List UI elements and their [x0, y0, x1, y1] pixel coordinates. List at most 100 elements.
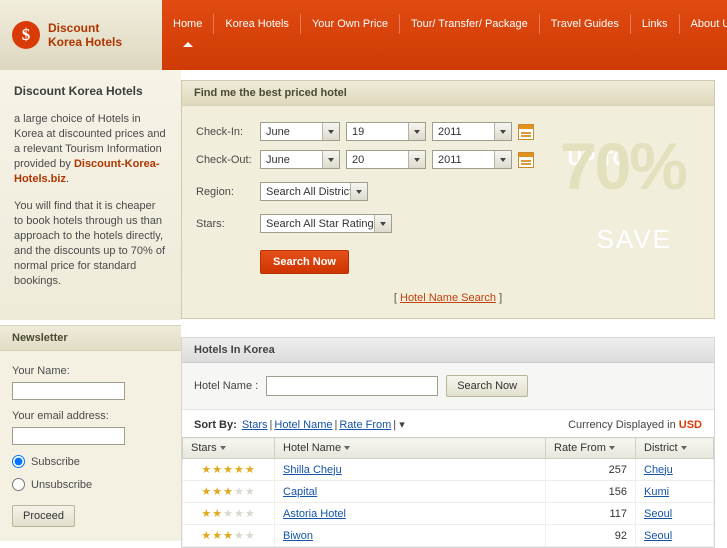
cell-rate-from: 117	[546, 503, 636, 525]
sort-caret-icon	[681, 446, 687, 450]
search-panel-title: Find me the best priced hotel	[182, 81, 714, 106]
checkout-year-select[interactable]: 2011	[432, 150, 512, 169]
currency-label: Currency Displayed in	[568, 419, 676, 431]
district-link[interactable]: Kumi	[644, 486, 669, 498]
cell-stars: ★★★★★	[183, 503, 275, 525]
sort-link-stars[interactable]: Stars	[242, 419, 268, 431]
nav-item-links[interactable]: Links	[630, 14, 679, 34]
cell-district: Seoul	[636, 525, 714, 547]
sort-by-label: Sort By:	[194, 419, 237, 431]
hotel-name-search-row: Hotel Name : Search Now	[182, 363, 714, 410]
unsubscribe-radio[interactable]	[12, 478, 25, 491]
site-header: $ Discount Korea Hotels HomeKorea Hotels…	[0, 0, 727, 70]
district-link[interactable]: Cheju	[644, 464, 673, 476]
nav-item-travel-guides[interactable]: Travel Guides	[539, 14, 630, 34]
hotel-name-input[interactable]	[266, 376, 438, 396]
sort-link-rate-from[interactable]: Rate From	[339, 419, 391, 431]
proceed-button[interactable]: Proceed	[12, 505, 75, 527]
nav-item-tour-transfer-package[interactable]: Tour/ Transfer/ Package	[399, 14, 539, 34]
hotels-panel: Hotels In Korea Hotel Name : Search Now …	[181, 337, 715, 548]
star-icon: ★	[234, 508, 245, 520]
checkout-day-value: 20	[352, 154, 364, 166]
subscribe-radio[interactable]	[12, 455, 25, 468]
region-label: Region:	[196, 186, 260, 198]
column-header-label: District	[644, 442, 678, 454]
chevron-down-icon	[322, 151, 339, 168]
checkin-year-select[interactable]: 2011	[432, 122, 512, 141]
hotel-name-link[interactable]: Astoria Hotel	[283, 508, 346, 520]
column-header-stars[interactable]: Stars	[183, 438, 275, 459]
star-icon: ★	[245, 530, 256, 542]
star-icon: ★	[223, 464, 234, 476]
sort-direction-caret-icon[interactable]: ▾	[396, 419, 405, 431]
checkout-calendar-icon[interactable]	[518, 152, 534, 168]
hotel-name-link[interactable]: Capital	[283, 486, 317, 498]
hotel-name-link[interactable]: Biwon	[283, 530, 313, 542]
newsletter-email-input[interactable]	[12, 427, 125, 445]
logo-text: Discount Korea Hotels	[48, 21, 122, 49]
column-header-label: Stars	[191, 442, 217, 454]
star-icon: ★	[245, 508, 256, 520]
chevron-down-icon	[494, 123, 511, 140]
sort-caret-icon	[220, 446, 226, 450]
star-icon: ★	[212, 530, 223, 542]
newsletter-unsubscribe-row[interactable]: Unsubscribe	[12, 478, 169, 491]
page-body: Discount Korea Hotels a large choice of …	[0, 70, 727, 548]
column-header-hotel-name[interactable]: Hotel Name	[275, 438, 546, 459]
chevron-down-icon	[408, 123, 425, 140]
search-now-button[interactable]: Search Now	[260, 250, 349, 274]
intro-title: Discount Korea Hotels	[14, 84, 167, 98]
checkin-day-value: 19	[352, 126, 364, 138]
nav-item-home[interactable]: Home	[162, 14, 213, 34]
unsubscribe-label: Unsubscribe	[31, 479, 92, 491]
star-icon: ★	[223, 530, 234, 542]
checkout-day-select[interactable]: 20	[346, 150, 426, 169]
main-nav: HomeKorea HotelsYour Own PriceTour/ Tran…	[162, 14, 727, 34]
chevron-down-icon	[374, 215, 391, 232]
nav-item-about-us[interactable]: About Us	[679, 14, 727, 34]
cell-hotel-name: Shilla Cheju	[275, 459, 546, 481]
logo-text-line2: Korea Hotels	[48, 35, 122, 49]
chevron-down-icon	[494, 151, 511, 168]
hotel-name-search-button[interactable]: Search Now	[446, 375, 528, 397]
cell-district: Cheju	[636, 459, 714, 481]
region-select[interactable]: Search All District	[260, 182, 368, 201]
intro-paragraph-2: You will find that it is cheaper to book…	[14, 199, 167, 289]
hotels-panel-title: Hotels In Korea	[182, 338, 714, 363]
column-header-label: Rate From	[554, 442, 606, 454]
sort-caret-icon	[344, 446, 350, 450]
star-icon: ★	[245, 486, 256, 498]
stars-label: Stars:	[196, 218, 260, 230]
intro-p1-after: .	[66, 173, 69, 185]
hotels-table: StarsHotel NameRate FromDistrict ★★★★★Sh…	[182, 437, 714, 547]
star-icon: ★	[201, 530, 212, 542]
newsletter-subscribe-row[interactable]: Subscribe	[12, 455, 169, 468]
newsletter-email-label: Your email address:	[12, 410, 169, 422]
newsletter-name-input[interactable]	[12, 382, 125, 400]
star-icon: ★	[223, 508, 234, 520]
column-header-label: Hotel Name	[283, 442, 341, 454]
logo-dollar-icon: $	[12, 21, 40, 49]
district-link[interactable]: Seoul	[644, 508, 672, 520]
district-link[interactable]: Seoul	[644, 530, 672, 542]
stars-select[interactable]: Search All Star Ratings	[260, 214, 392, 233]
checkin-calendar-icon[interactable]	[518, 124, 534, 140]
logo[interactable]: $ Discount Korea Hotels	[0, 0, 162, 70]
hotel-name-link[interactable]: Shilla Cheju	[283, 464, 342, 476]
cell-hotel-name: Astoria Hotel	[275, 503, 546, 525]
nav-item-korea-hotels[interactable]: Korea Hotels	[213, 14, 300, 34]
main-content: Find me the best priced hotel UP TO 70% …	[181, 70, 727, 548]
checkin-row: Check-In: June 19 2011	[196, 122, 700, 141]
column-header-district[interactable]: District	[636, 438, 714, 459]
column-header-rate-from[interactable]: Rate From	[546, 438, 636, 459]
hotel-name-search-link[interactable]: Hotel Name Search	[400, 292, 496, 304]
hotel-name-search-line: [ Hotel Name Search ]	[196, 292, 700, 304]
cell-district: Kumi	[636, 481, 714, 503]
checkout-month-select[interactable]: June	[260, 150, 340, 169]
star-icon: ★	[212, 508, 223, 520]
checkin-day-select[interactable]: 19	[346, 122, 426, 141]
nav-item-your-own-price[interactable]: Your Own Price	[300, 14, 399, 34]
checkin-month-select[interactable]: June	[260, 122, 340, 141]
sort-link-hotel-name[interactable]: Hotel Name	[274, 419, 332, 431]
table-row: ★★★★★Biwon92Seoul	[183, 525, 714, 547]
